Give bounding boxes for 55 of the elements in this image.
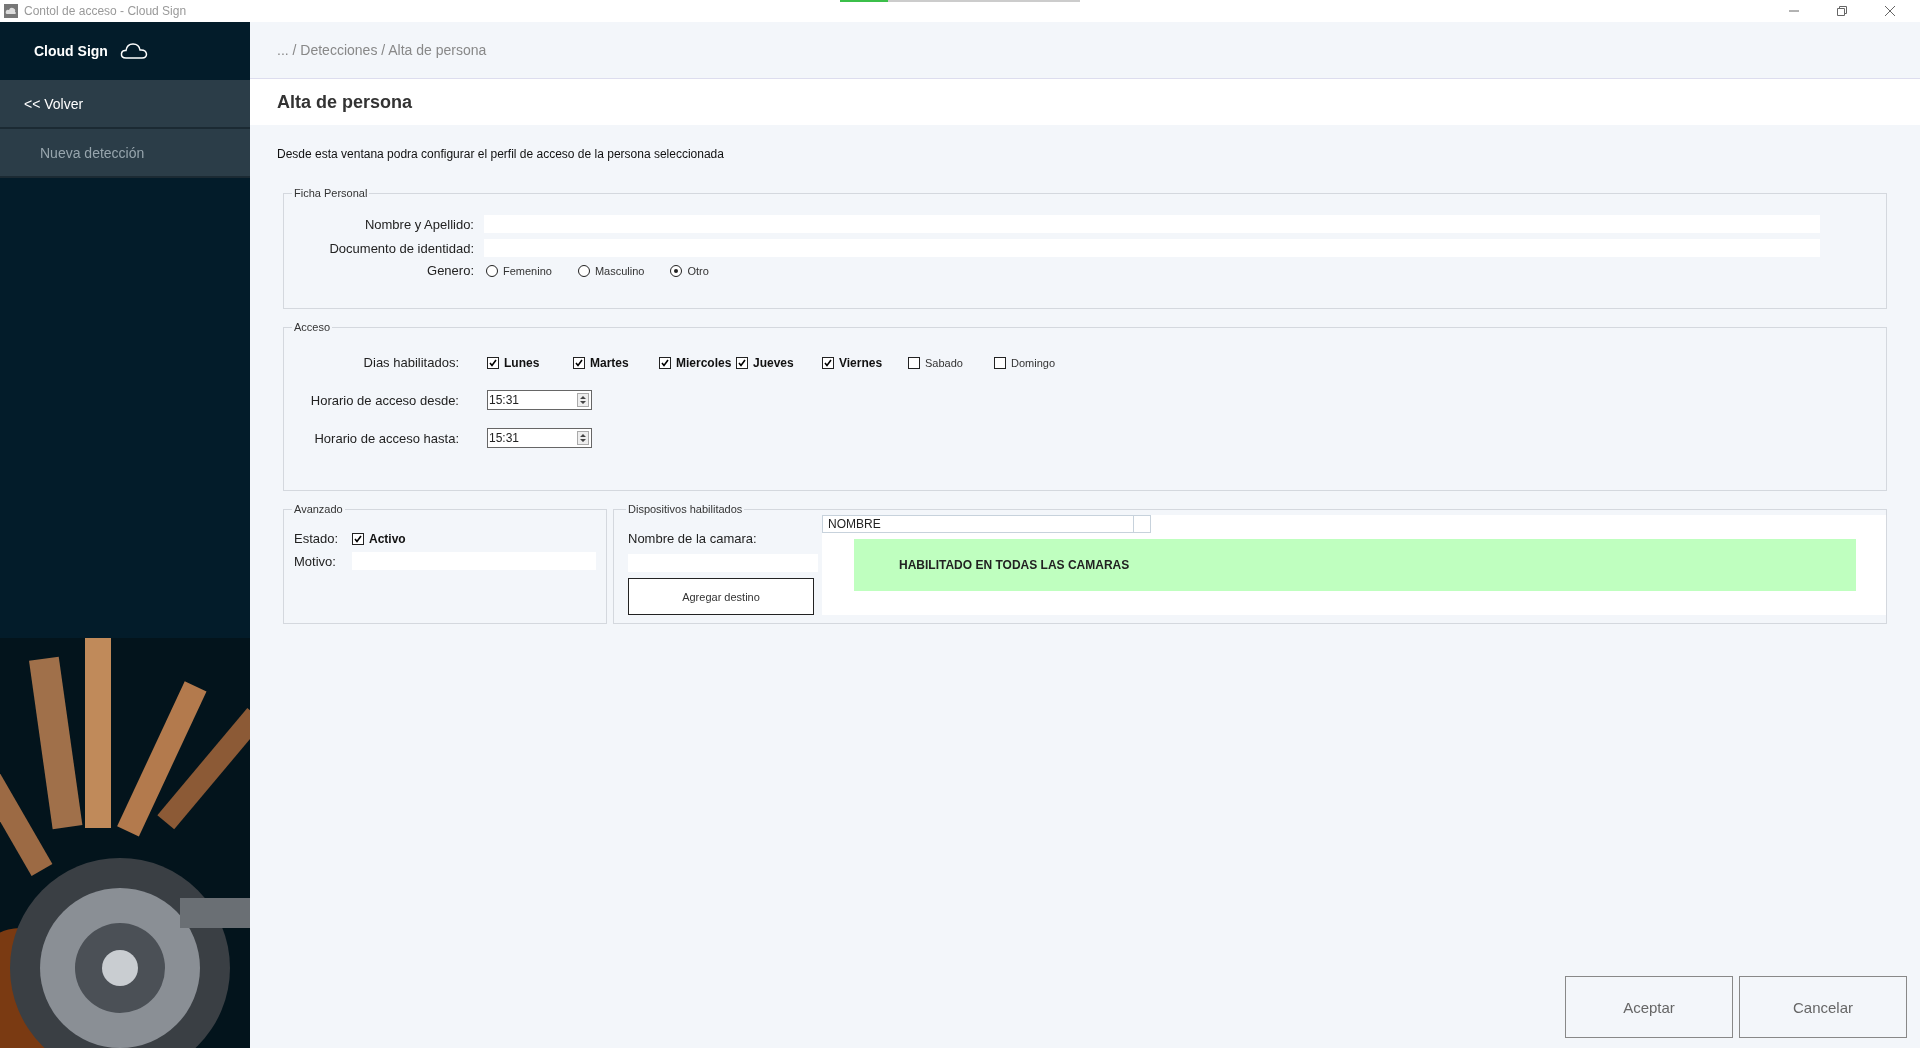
radio-label: Femenino	[503, 264, 552, 277]
checkbox[interactable]	[908, 356, 920, 369]
field-label: Horario de acceso hasta:	[313, 430, 459, 446]
field-label: Estado:	[294, 531, 340, 546]
checkbox[interactable]	[352, 532, 364, 545]
sidebar-item[interactable]: << Volver	[0, 80, 250, 129]
checkbox-label: Martes	[590, 355, 629, 370]
checkbox[interactable]	[994, 356, 1006, 369]
group-legend: Avanzado	[292, 503, 345, 515]
checkbox[interactable]	[736, 356, 748, 369]
checkbox[interactable]	[822, 356, 834, 369]
time-spinner[interactable]: 15:31	[487, 390, 592, 410]
accept-button[interactable]: Aceptar	[1565, 976, 1733, 1038]
field-label: Nombre de la camara:	[628, 531, 758, 546]
checkbox-label: Jueves	[753, 355, 794, 370]
column-header[interactable]: NOMBRE	[822, 515, 1134, 533]
spinner-arrows-icon[interactable]	[577, 431, 589, 445]
app-icon	[4, 4, 18, 18]
status-banner: HABILITADO EN TODAS LAS CAMARAS	[854, 539, 1856, 591]
spinner-arrows-icon[interactable]	[577, 393, 589, 407]
field-label: Horario de acceso desde:	[309, 392, 459, 408]
field-label: Genero:	[426, 263, 474, 278]
field-label: Documento de identidad:	[328, 240, 474, 256]
checkbox[interactable]	[659, 356, 671, 369]
checkbox[interactable]	[573, 356, 585, 369]
radio-button[interactable]	[670, 264, 683, 277]
radio-label: Otro	[687, 264, 709, 277]
cloud-icon	[119, 42, 148, 60]
group-legend: Ficha Personal	[292, 187, 370, 199]
radio-button[interactable]	[486, 264, 498, 277]
radio-label: Masculino	[594, 264, 645, 277]
checkbox-label: Lunes	[504, 355, 540, 370]
cancel-button[interactable]: Cancelar	[1739, 976, 1907, 1038]
window-title: Contol de acceso - Cloud Sign	[24, 4, 187, 18]
time-spinner[interactable]: 15:31	[487, 428, 592, 448]
add-destination-button[interactable]: Agregar destino	[628, 578, 814, 615]
sidebar-item[interactable]: Nueva detección	[0, 129, 250, 178]
checkbox-label: Miercoles	[676, 355, 732, 370]
page-title: Alta de persona	[277, 91, 413, 113]
checkbox-label: Activo	[369, 531, 406, 546]
group-legend: Dispositivos habilitados	[626, 503, 745, 515]
close-icon[interactable]	[1884, 5, 1896, 17]
checkbox[interactable]	[487, 356, 499, 369]
field-label: Dias habilitados:	[362, 355, 459, 370]
field-label: Nombre y Apellido:	[363, 216, 474, 232]
description-text: Desde esta ventana podra configurar el perfil de acceso de la persona seleccionada	[277, 147, 725, 161]
column-header-blank	[1134, 515, 1151, 533]
group-legend: Acceso	[292, 321, 333, 333]
restore-icon[interactable]	[1836, 5, 1848, 17]
field-label: Motivo:	[294, 553, 337, 569]
checkbox-label: Viernes	[839, 355, 883, 370]
radio-button[interactable]	[577, 264, 590, 277]
checkbox-label: Domingo	[1011, 356, 1056, 369]
brand-name: Cloud Sign	[34, 43, 108, 59]
checkbox-label: Sabado	[925, 356, 963, 369]
